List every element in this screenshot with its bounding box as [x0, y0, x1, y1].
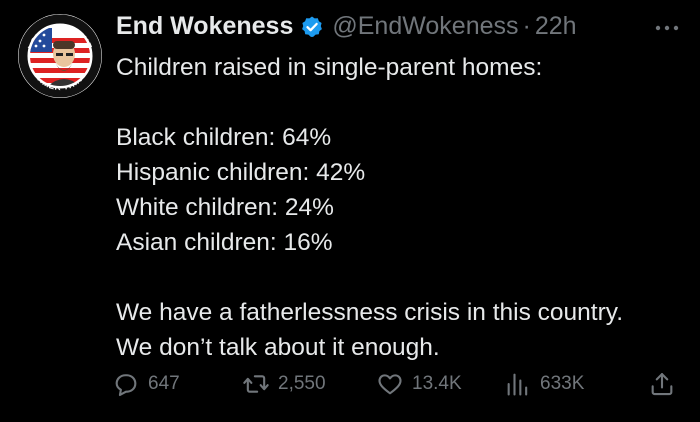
views-icon — [507, 373, 528, 396]
reply-icon — [115, 374, 137, 397]
display-name[interactable]: End Wokeness — [116, 12, 293, 41]
action-bar: 647 2,550 13.4K 633K — [112, 366, 682, 402]
tweet-line-intro: Children raised in single-parent homes: — [116, 54, 543, 81]
views-count: 633K — [540, 373, 585, 394]
like-count: 13.4K — [412, 373, 462, 394]
like-button[interactable]: 13.4K — [376, 366, 462, 402]
more-options-icon[interactable] — [652, 18, 682, 38]
tweet-header: End Wokeness @EndWokeness · 22h — [116, 12, 577, 41]
tweet-text: Children raised in single-parent homes: … — [116, 50, 686, 365]
tweet-line-black: Black children: 64% — [116, 124, 332, 151]
verified-badge-icon[interactable] — [300, 15, 324, 39]
repost-icon — [243, 375, 269, 393]
repost-count: 2,550 — [278, 373, 326, 394]
timestamp[interactable]: 22h — [535, 12, 577, 41]
reply-button[interactable]: 647 — [112, 366, 180, 402]
reply-count: 647 — [148, 373, 180, 394]
avatar[interactable]: I SUPPORT THE FORMER THINGS — [18, 14, 102, 98]
share-button[interactable] — [648, 366, 676, 402]
repost-button[interactable]: 2,550 — [242, 366, 326, 402]
avatar-image: I SUPPORT THE FORMER THINGS — [18, 14, 102, 98]
share-icon — [651, 373, 673, 396]
separator-dot: · — [522, 12, 531, 40]
tweet-line-closing-1: We have a fatherlessness crisis in this … — [116, 299, 623, 326]
like-icon — [378, 374, 402, 395]
views-button[interactable]: 633K — [504, 366, 584, 402]
tweet-line-closing-2: We don’t talk about it enough. — [116, 334, 440, 361]
tweet-line-hispanic: Hispanic children: 42% — [116, 159, 366, 186]
handle[interactable]: @EndWokeness — [332, 12, 518, 41]
tweet-line-white: White children: 24% — [116, 194, 334, 221]
tweet-line-asian: Asian children: 16% — [116, 229, 333, 256]
